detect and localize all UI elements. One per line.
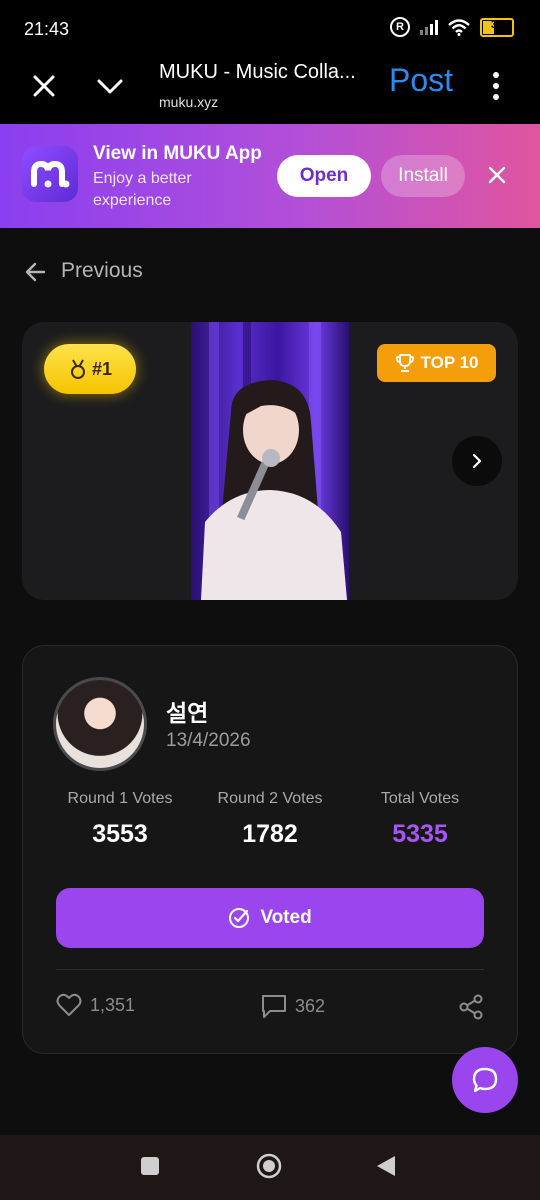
round2-votes-value: 1782 xyxy=(242,820,298,848)
voted-button[interactable]: Voted xyxy=(56,888,484,948)
previous-link[interactable]: Previous xyxy=(61,259,143,283)
signal-icon xyxy=(420,19,438,35)
check-circle-icon xyxy=(229,908,250,928)
home-icon[interactable] xyxy=(256,1153,282,1179)
open-app-button[interactable]: Open xyxy=(277,155,371,197)
post-button[interactable]: Post xyxy=(389,62,453,99)
avatar[interactable] xyxy=(53,677,147,771)
more-options-icon[interactable] xyxy=(488,71,504,101)
total-votes-value: 5335 xyxy=(392,820,448,848)
total-votes-label: Total Votes xyxy=(380,790,460,807)
close-banner-icon[interactable] xyxy=(486,164,508,186)
banner-subtitle: Enjoy a better experience xyxy=(93,170,192,209)
like-count: 1,351 xyxy=(90,994,136,1015)
page-title: MUKU - Music Colla... xyxy=(159,61,356,83)
round1-votes-label: Round 1 Votes xyxy=(67,790,173,807)
chat-button[interactable] xyxy=(452,1047,518,1113)
video-thumbnail[interactable] xyxy=(191,322,349,600)
divider xyxy=(56,969,484,970)
voted-label: Voted xyxy=(260,907,312,928)
close-icon[interactable] xyxy=(30,72,58,100)
trophy-icon xyxy=(395,354,414,372)
next-button[interactable] xyxy=(452,436,502,486)
wifi-icon xyxy=(448,18,470,36)
round1-votes-value: 3553 xyxy=(92,820,148,848)
top10-badge: TOP 10 xyxy=(377,344,496,382)
install-app-button[interactable]: Install xyxy=(381,155,465,197)
back-icon[interactable] xyxy=(376,1155,396,1177)
comment-count: 362 xyxy=(295,995,326,1016)
recents-icon[interactable] xyxy=(141,1157,159,1175)
post-date: 13/4/2026 xyxy=(166,730,251,751)
battery-level: 35 xyxy=(490,18,504,31)
artist-name: 설연 xyxy=(166,700,209,726)
top10-label: TOP 10 xyxy=(420,353,479,372)
page-url: muku.xyz xyxy=(159,94,219,110)
status-icons: R 35 xyxy=(390,17,514,37)
chat-bubble-icon xyxy=(472,1067,498,1093)
battery-icon: 35 xyxy=(480,17,514,37)
heart-icon xyxy=(56,993,82,1016)
muku-logo xyxy=(22,146,78,202)
banner-title: View in MUKU App xyxy=(93,143,262,164)
chevron-right-icon xyxy=(472,453,482,469)
medal-icon xyxy=(70,359,85,379)
like-button[interactable]: 1,351 xyxy=(56,993,135,1017)
rank-badge: #1 xyxy=(44,344,136,394)
round2-votes-label: Round 2 Votes xyxy=(217,790,323,807)
chevron-down-icon[interactable] xyxy=(96,72,124,100)
registered-icon: R xyxy=(390,17,410,37)
comment-button[interactable]: 362 xyxy=(261,993,325,1019)
comment-icon xyxy=(262,995,286,1018)
share-icon[interactable] xyxy=(458,994,484,1020)
arrow-left-icon[interactable] xyxy=(24,261,46,283)
rank-label: #1 xyxy=(91,358,113,379)
status-time: 21:43 xyxy=(24,19,70,39)
